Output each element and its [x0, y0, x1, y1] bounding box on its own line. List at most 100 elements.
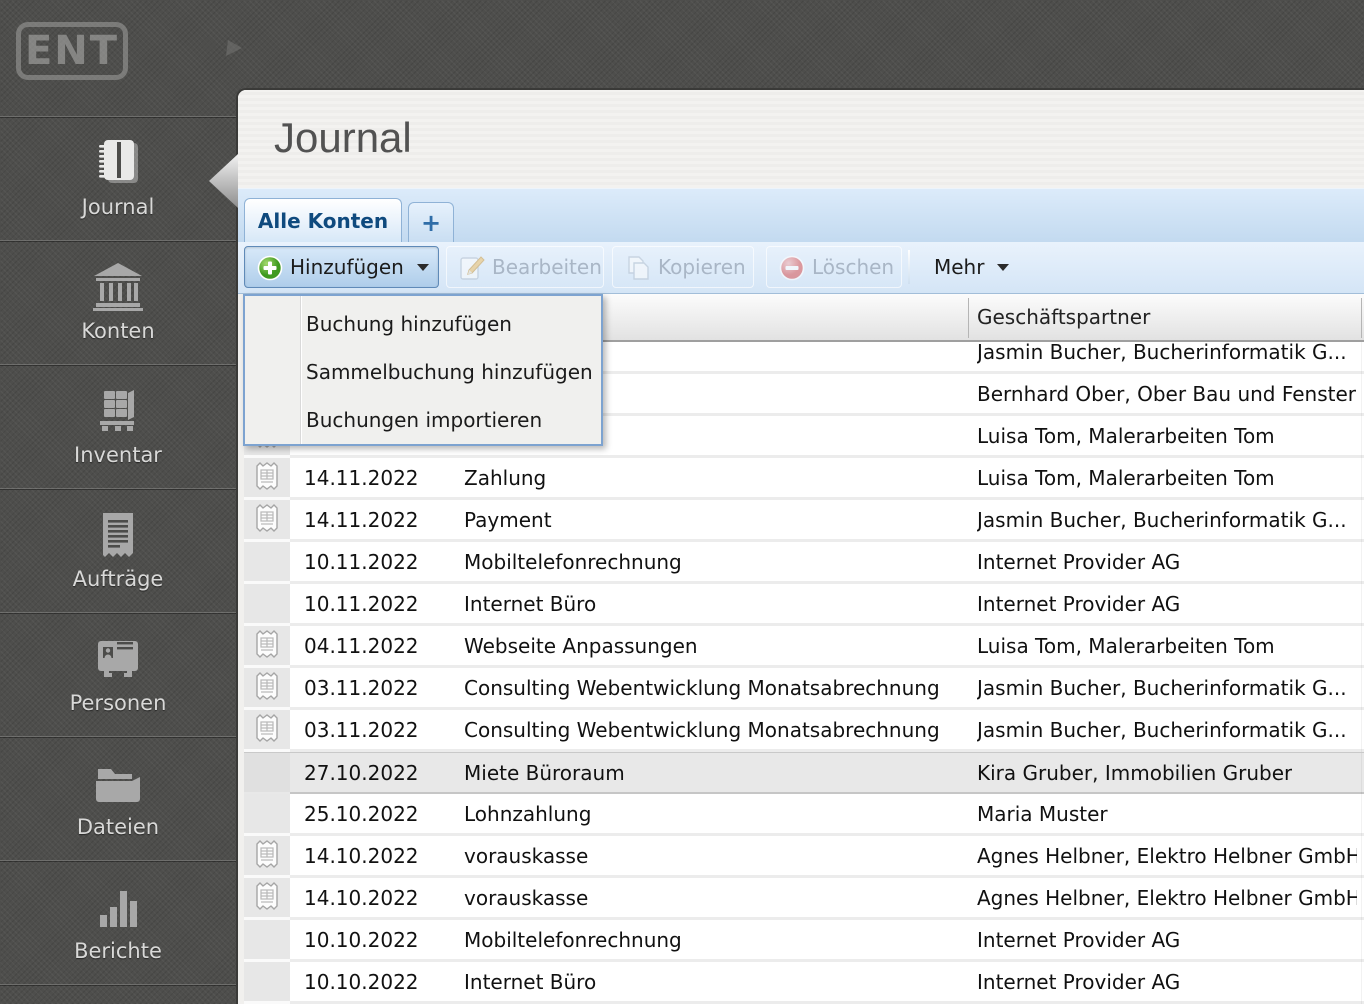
receipt-icon	[254, 629, 280, 663]
row-date: 14.11.2022	[304, 508, 419, 532]
column-edge-line	[1361, 542, 1362, 584]
pallet-icon	[90, 385, 146, 437]
sidebar-item-konten[interactable]: Konten	[0, 240, 236, 364]
sidebar-item-label: Journal	[81, 195, 155, 219]
column-header-geschaeftspartner[interactable]: Geschäftspartner	[977, 305, 1150, 329]
table-row[interactable]: 25.10.2022 Lohnzahlung Maria Muster	[244, 794, 1364, 836]
sidebar-item-label: Inventar	[74, 443, 162, 467]
toolbar-button-label: Löschen	[812, 255, 895, 279]
add-button[interactable]: Hinzufügen	[244, 246, 439, 288]
row-description: Webseite Anpassungen	[464, 634, 698, 658]
row-date: 10.11.2022	[304, 592, 419, 616]
table-row[interactable]: 27.10.2022 Miete Büroraum Kira Gruber, Imm…	[244, 752, 1364, 795]
more-button[interactable]: Mehr	[922, 246, 1014, 288]
row-description: Payment	[464, 508, 552, 532]
table-row[interactable]: 10.11.2022 Internet Büro Internet Provider…	[244, 584, 1364, 626]
row-attachment-cell	[244, 878, 290, 920]
sidebar: ENT Journal Konten Inventar Aufträge Persone…	[0, 0, 242, 1002]
row-date: 14.10.2022	[304, 886, 419, 910]
edit-button: Bearbeiten	[446, 246, 604, 288]
toolbar-button-label: Bearbeiten	[492, 255, 602, 279]
row-partner: Jasmin Bucher, Bucherinformatik G...	[977, 508, 1347, 532]
row-date: 03.11.2022	[304, 676, 419, 700]
table-row[interactable]: 14.10.2022 vorauskasse Agnes Helbner, Elek…	[244, 878, 1364, 920]
row-description: vorauskasse	[464, 844, 589, 868]
sidebar-item-auftraege[interactable]: Aufträge	[0, 488, 236, 612]
tab-label: +	[420, 208, 442, 237]
row-date: 04.11.2022	[304, 634, 419, 658]
sidebar-item-label: Personen	[69, 691, 167, 715]
tab-alle-konten[interactable]: Alle Konten	[244, 198, 402, 242]
folder-icon	[90, 757, 146, 809]
delete-button: Löschen	[766, 246, 902, 288]
row-description: Consulting Webentwicklung Monatsabrechnu…	[464, 718, 940, 742]
row-partner: Jasmin Bucher, Bucherinformatik G...	[977, 718, 1347, 742]
row-partner: Internet Provider AG	[977, 970, 1181, 994]
table-row[interactable]: 04.11.2022 Webseite Anpassungen Luisa Tom,…	[244, 626, 1364, 668]
column-edge-line	[1361, 668, 1362, 710]
table-row[interactable]: 10.10.2022 Internet Büro Internet Provider…	[244, 962, 1364, 1004]
table-row[interactable]: 03.11.2022 Consulting Webentwicklung Mona…	[244, 668, 1364, 710]
column-edge-line	[1361, 878, 1362, 920]
logo-text: ENT	[16, 22, 128, 80]
row-attachment-cell	[244, 458, 290, 500]
toolbar-separator	[908, 250, 910, 284]
receipt-icon	[254, 881, 280, 915]
receipt-icon	[254, 503, 280, 537]
app-root: { "branding": { "logo_text": "ENT", "log…	[0, 0, 1364, 1004]
sidebar-item-inventar[interactable]: Inventar	[0, 364, 236, 488]
menu-item-buchungen-importieren[interactable]: Buchungen importieren	[306, 396, 596, 444]
column-edge-line	[1361, 626, 1362, 668]
row-partner: Kira Gruber, Immobilien Gruber	[977, 761, 1293, 785]
menu-item-sammelbuchung-hinzufuegen[interactable]: Sammelbuchung hinzufügen	[306, 348, 596, 396]
tab-new[interactable]: +	[408, 202, 454, 242]
page-title: Journal	[274, 114, 412, 161]
row-partner: Agnes Helbner, Elektro Helbner GmbH	[977, 844, 1357, 868]
row-partner: Internet Provider AG	[977, 592, 1181, 616]
sidebar-item-personen[interactable]: Personen	[0, 612, 236, 736]
table-row[interactable]: 14.11.2022 Payment Jasmin Bucher, Bucherin…	[244, 500, 1364, 542]
column-edge-line	[1361, 753, 1362, 795]
row-partner: Jasmin Bucher, Bucherinformatik G...	[977, 676, 1347, 700]
sidebar-item-label: Berichte	[74, 939, 162, 963]
toolbar-button-label: Mehr	[934, 255, 985, 279]
receipt-icon	[254, 671, 280, 705]
row-attachment-cell	[244, 584, 290, 626]
row-date: 14.11.2022	[304, 466, 419, 490]
row-description: Internet Büro	[464, 592, 597, 616]
bar-chart-icon	[90, 881, 146, 933]
column-edge-line	[1361, 710, 1362, 752]
menu-item-buchung-hinzufuegen[interactable]: Buchung hinzufügen	[306, 300, 596, 348]
row-partner: Internet Provider AG	[977, 550, 1181, 574]
edit-pencil-icon	[459, 255, 485, 280]
column-separator[interactable]	[1361, 298, 1362, 338]
table-row[interactable]: 14.11.2022 Zahlung Luisa Tom, Malerarbeite…	[244, 458, 1364, 500]
table-row[interactable]: 14.10.2022 vorauskasse Agnes Helbner, Elek…	[244, 836, 1364, 878]
journal-notebook-icon	[90, 137, 146, 189]
add-dropdown-menu: Buchung hinzufügen Sammelbuchung hinzufüg…	[243, 294, 603, 446]
sidebar-item-journal[interactable]: Journal	[0, 116, 236, 240]
column-edge-line	[1361, 794, 1362, 836]
column-edge-line	[1361, 458, 1362, 500]
row-attachment-cell	[244, 753, 290, 795]
table-row[interactable]: 10.11.2022 Mobiltelefonrechnung Internet P…	[244, 542, 1364, 584]
column-edge-line	[1361, 374, 1362, 416]
sidebar-item-label: Dateien	[76, 815, 160, 839]
row-partner: Internet Provider AG	[977, 928, 1181, 952]
table-row[interactable]: 10.10.2022 Mobiltelefonrechnung Internet P…	[244, 920, 1364, 962]
receipt-icon	[254, 839, 280, 873]
row-date: 10.10.2022	[304, 928, 419, 952]
sidebar-item-label: Aufträge	[72, 567, 164, 591]
row-partner: Luisa Tom, Malerarbeiten Tom	[977, 466, 1275, 490]
sidebar-item-dateien[interactable]: Dateien	[0, 736, 236, 860]
column-separator[interactable]	[968, 298, 969, 338]
row-description: Mobiltelefonrechnung	[464, 550, 682, 574]
row-partner: Agnes Helbner, Elektro Helbner GmbH	[977, 886, 1357, 910]
row-date: 27.10.2022	[304, 761, 419, 785]
sidebar-item-berichte[interactable]: Berichte	[0, 860, 236, 984]
row-partner: Bernhard Ober, Ober Bau und Fenster	[977, 382, 1357, 406]
table-row[interactable]: 03.11.2022 Consulting Webentwicklung Mona…	[244, 710, 1364, 752]
contact-card-icon	[90, 633, 146, 685]
row-attachment-cell	[244, 542, 290, 584]
tab-strip: Alle Konten +	[238, 188, 1364, 242]
